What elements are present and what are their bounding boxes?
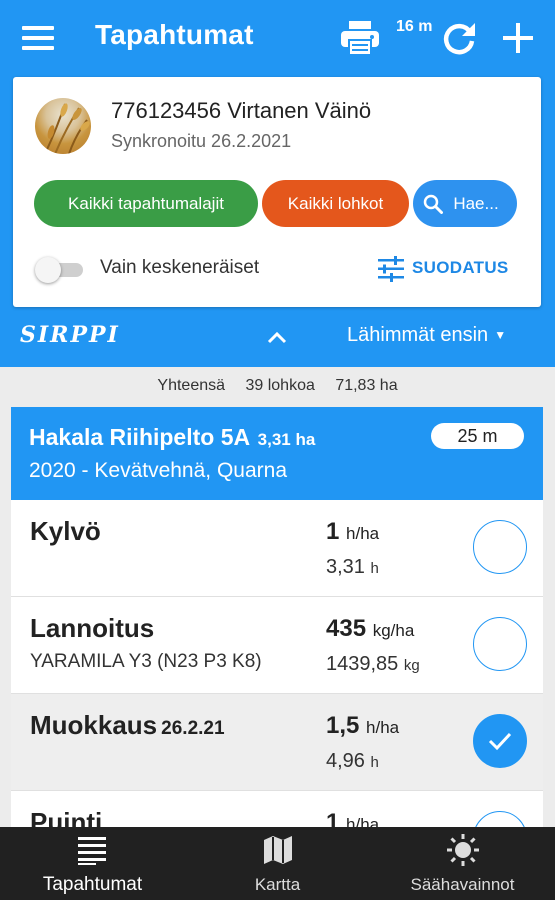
task-name: Kylvö [30,516,101,546]
task-date: 26.2.21 [161,718,225,739]
farm-avatar[interactable] [35,98,91,154]
dropdown-arrow-icon: ▼ [494,328,507,342]
totals-area: 71,83 ha [335,377,398,394]
task-product: YARAMILA Y3 (N23 P3 K8) [30,651,262,672]
totals-row: Yhteensä 39 lohkoa 71,83 ha [0,377,555,395]
task-name: Puinti [30,807,103,827]
chevron-up-icon[interactable] [265,329,289,345]
brand-bar: SIRPPI Lähimmät ensin ▼ [0,311,555,367]
task-total: 3,31 h [326,556,379,578]
task-name: Lannoitus [30,613,155,643]
task-row[interactable]: Puinti 1 h/ha [11,791,543,827]
list-icon [78,837,106,865]
brand-logo: SIRPPI [20,322,120,348]
task-rate: 1,5 h/ha [326,712,400,739]
parcel-list: Yhteensä 39 lohkoa 71,83 ha Hakala Riihi… [0,367,555,827]
tune-icon [378,256,404,282]
field-area: 3,31 ha [257,430,316,449]
field-crop: 2020 - Kevätvehnä, Quarna [29,459,288,482]
search-chip-label: Hae... [453,194,499,213]
sort-label: Lähimmät ensin [347,324,489,346]
search-chip[interactable]: Hae... [413,180,517,227]
task-complete-checkbox[interactable] [473,811,527,827]
totals-label: Yhteensä [157,377,226,394]
task-row[interactable]: Muokkaus 26.2.21 1,5 h/ha 4,96 h [11,694,543,791]
field-card: Hakala Riihipelto 5A 3,31 ha 25 m 2020 -… [11,407,543,827]
task-complete-checkbox[interactable] [473,714,527,768]
sync-status: Synkronoitu 26.2.2021 [111,131,292,151]
add-icon[interactable] [502,22,534,54]
parcel-filter-chip[interactable]: Kaikki lohkot [262,180,409,227]
bottom-navigation: Tapahtumat Kartta Säähavainnot [0,827,555,900]
sun-icon [447,834,479,866]
task-rate: 435 kg/ha [326,615,415,642]
field-name: Hakala Riihipelto 5A 3,31 ha [29,424,315,451]
refresh-icon[interactable] [441,21,477,57]
task-row[interactable]: Lannoitus YARAMILA Y3 (N23 P3 K8) 435 kg… [11,597,543,694]
task-total: 4,96 h [326,750,379,772]
page-title: Tapahtumat [95,19,254,50]
check-icon [488,732,512,751]
nav-label-events: Tapahtumat [42,874,143,895]
nav-tab-weather[interactable]: Säähavainnot [370,827,555,900]
only-unfinished-label: Vain keskeneräiset [100,257,260,278]
farm-card: 776123456 Virtanen Väinö Synkronoitu 26.… [13,77,541,307]
nav-tab-map[interactable]: Kartta [185,827,370,900]
filter-button[interactable]: SUODATUS [377,254,517,284]
task-complete-checkbox[interactable] [473,617,527,671]
nav-tab-events[interactable]: Tapahtumat [0,827,185,900]
task-row[interactable]: Kylvö 1 h/ha 3,31 h [11,500,543,597]
app-bar: Tapahtumat 16 m [0,0,555,76]
map-icon [264,836,292,864]
search-icon [423,194,443,214]
menu-icon[interactable] [22,26,54,50]
totals-parcels: 39 lohkoa [245,377,315,394]
print-icon[interactable] [340,20,380,56]
sort-dropdown[interactable]: Lähimmät ensin ▼ [347,324,506,347]
refresh-age: 16 m [396,18,433,35]
task-name: Muokkaus 26.2.21 [30,710,225,740]
field-name-text: Hakala Riihipelto 5A [29,424,250,450]
field-distance-badge[interactable]: 25 m [431,423,524,449]
only-unfinished-toggle[interactable] [35,257,87,283]
nav-label-map: Kartta [254,875,301,894]
task-rate: 1 h/ha [326,809,380,827]
filter-button-label: SUODATUS [412,258,509,277]
nav-label-weather: Säähavainnot [410,875,515,894]
task-total: 1439,85 kg [326,653,420,675]
task-rate: 1 h/ha [326,518,380,545]
field-header[interactable]: Hakala Riihipelto 5A 3,31 ha 25 m 2020 -… [11,407,543,500]
farm-name: 776123456 Virtanen Väinö [111,98,372,123]
task-complete-checkbox[interactable] [473,520,527,574]
event-type-filter-chip[interactable]: Kaikki tapahtumalajit [34,180,258,227]
